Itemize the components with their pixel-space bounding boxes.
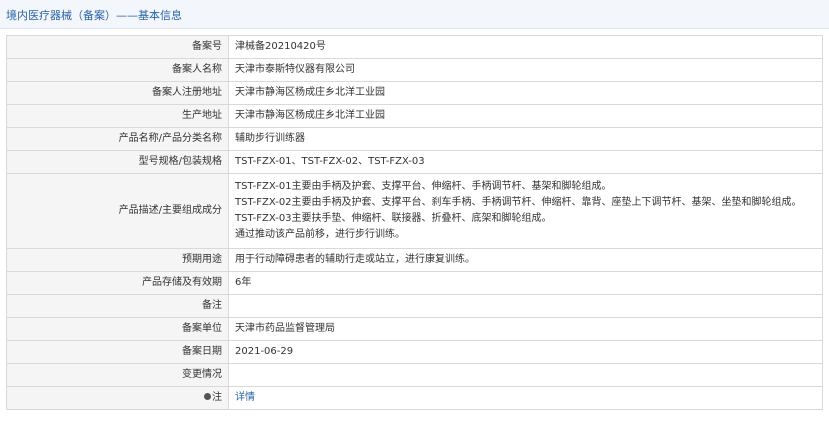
value-model-spec: TST-FZX-01、TST-FZX-02、TST-FZX-03	[228, 150, 823, 174]
label-record-unit: 备案单位	[6, 317, 229, 341]
page-title: 境内医疗器械（备案）——基本信息	[6, 9, 182, 22]
description-line: 通过推动该产品前移，进行步行训练。	[235, 229, 405, 240]
row-record-date: 备案日期 2021-06-29	[6, 340, 823, 364]
description-line: TST-FZX-02主要由手柄及护套、支撑平台、刹车手柄、手柄调节杆、伸缩杆、靠…	[235, 197, 802, 208]
value-product-description: TST-FZX-01主要由手柄及护套、支撑平台、伸缩杆、手柄调节杆、基架和脚轮组…	[228, 173, 823, 249]
page-header: 境内医疗器械（备案）——基本信息	[0, 0, 829, 29]
note-label-text: 注	[212, 392, 222, 403]
label-storage-validity: 产品存储及有效期	[6, 271, 229, 295]
description-line: TST-FZX-03主要扶手垫、伸缩杆、联接器、折叠杆、底架和脚轮组成。	[235, 213, 552, 224]
row-registrant-address: 备案人注册地址 天津市静海区杨成庄乡北洋工业园	[6, 81, 823, 105]
value-registrant-address: 天津市静海区杨成庄乡北洋工业园	[228, 81, 823, 105]
value-record-number: 津械备20210420号	[228, 35, 823, 59]
row-storage-validity: 产品存储及有效期 6年	[6, 271, 823, 295]
label-registrant-address: 备案人注册地址	[6, 81, 229, 105]
label-record-number: 备案号	[6, 35, 229, 59]
value-product-name: 辅助步行训练器	[228, 127, 823, 151]
value-record-date: 2021-06-29	[228, 340, 823, 364]
label-change-status: 变更情况	[6, 363, 229, 387]
info-bulb-icon	[204, 392, 211, 400]
value-remarks	[228, 294, 823, 318]
label-production-address: 生产地址	[6, 104, 229, 128]
value-intended-use: 用于行动障碍患者的辅助行走或站立，进行康复训练。	[228, 248, 823, 272]
row-record-number: 备案号 津械备20210420号	[6, 35, 823, 59]
row-intended-use: 预期用途 用于行动障碍患者的辅助行走或站立，进行康复训练。	[6, 248, 823, 272]
label-note: 注	[6, 386, 229, 410]
label-registrant-name: 备案人名称	[6, 58, 229, 82]
label-product-description: 产品描述/主要组成成分	[6, 173, 229, 249]
row-product-description: 产品描述/主要组成成分 TST-FZX-01主要由手柄及护套、支撑平台、伸缩杆、…	[6, 173, 823, 249]
row-model-spec: 型号规格/包装规格 TST-FZX-01、TST-FZX-02、TST-FZX-…	[6, 150, 823, 174]
row-record-unit: 备案单位 天津市药品监督管理局	[6, 317, 823, 341]
row-remarks: 备注	[6, 294, 823, 318]
row-note: 注 详情	[6, 386, 823, 410]
details-link[interactable]: 详情	[235, 392, 255, 403]
label-product-name: 产品名称/产品分类名称	[6, 127, 229, 151]
value-record-unit: 天津市药品监督管理局	[228, 317, 823, 341]
value-storage-validity: 6年	[228, 271, 823, 295]
row-change-status: 变更情况	[6, 363, 823, 387]
row-production-address: 生产地址 天津市静海区杨成庄乡北洋工业园	[6, 104, 823, 128]
value-note: 详情	[228, 386, 823, 410]
label-record-date: 备案日期	[6, 340, 229, 364]
value-registrant-name: 天津市泰斯特仪器有限公司	[228, 58, 823, 82]
label-model-spec: 型号规格/包装规格	[6, 150, 229, 174]
description-line: TST-FZX-01主要由手柄及护套、支撑平台、伸缩杆、手柄调节杆、基架和脚轮组…	[235, 181, 612, 192]
value-change-status	[228, 363, 823, 387]
value-production-address: 天津市静海区杨成庄乡北洋工业园	[228, 104, 823, 128]
label-intended-use: 预期用途	[6, 248, 229, 272]
row-registrant-name: 备案人名称 天津市泰斯特仪器有限公司	[6, 58, 823, 82]
row-product-name: 产品名称/产品分类名称 辅助步行训练器	[6, 127, 823, 151]
label-remarks: 备注	[6, 294, 229, 318]
info-table: 备案号 津械备20210420号 备案人名称 天津市泰斯特仪器有限公司 备案人注…	[6, 35, 823, 410]
